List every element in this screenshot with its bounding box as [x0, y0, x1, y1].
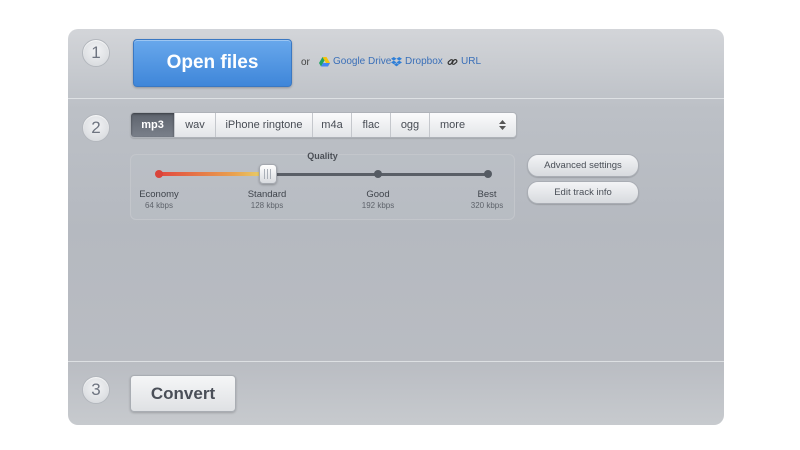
- quality-stop-best[interactable]: [484, 170, 492, 178]
- quality-bitrate-best: 320 kbps: [470, 201, 504, 210]
- grip-icon: [264, 169, 272, 179]
- quality-label-good: Good: [366, 189, 390, 200]
- dropbox-label: Dropbox: [405, 56, 443, 67]
- quality-label-economy: Economy: [139, 189, 179, 200]
- quality-stop-economy[interactable]: [155, 170, 163, 178]
- step-3-badge: 3: [82, 376, 110, 404]
- format-more-label: more: [440, 119, 466, 131]
- url-label: URL: [461, 56, 482, 67]
- quality-bitrate-standard: 128 kbps: [250, 201, 284, 210]
- quality-label-standard: Standard: [247, 189, 287, 200]
- dropbox-link[interactable]: Dropbox: [391, 56, 443, 67]
- google-drive-label: Google Drive: [333, 56, 392, 67]
- section-divider: [68, 361, 724, 362]
- google-drive-link[interactable]: Google Drive: [319, 56, 391, 67]
- format-more-dropdown[interactable]: more: [430, 113, 516, 137]
- dropbox-icon: [391, 56, 402, 66]
- converter-panel: 1 Open files or Google Drive Dropbox URL…: [68, 29, 724, 425]
- quality-slider-handle[interactable]: [259, 164, 277, 184]
- format-wav[interactable]: wav: [175, 113, 216, 137]
- format-m4a[interactable]: m4a: [313, 113, 352, 137]
- quality-bitrate-economy: 64 kbps: [144, 201, 174, 210]
- step-1-badge: 1: [82, 39, 110, 67]
- format-mp3[interactable]: mp3: [131, 113, 175, 137]
- convert-button[interactable]: Convert: [130, 375, 236, 412]
- google-drive-icon: [319, 56, 330, 66]
- edit-track-info-button[interactable]: Edit track info: [527, 181, 639, 204]
- quality-label-best: Best: [477, 189, 497, 200]
- quality-track-fill: [159, 172, 267, 176]
- format-flac[interactable]: flac: [352, 113, 391, 137]
- url-link[interactable]: URL: [447, 56, 481, 67]
- format-selector: mp3 wav iPhone ringtone m4a flac ogg mor…: [130, 112, 517, 138]
- quality-title: Quality: [307, 151, 338, 161]
- link-icon: [447, 58, 458, 65]
- section-divider: [68, 98, 724, 99]
- updown-chevron-icon: [499, 120, 506, 130]
- step-2-badge: 2: [82, 114, 110, 142]
- open-files-button[interactable]: Open files: [133, 39, 292, 87]
- quality-slider-panel: Quality Economy 64 kbps Standard 128 kbp…: [130, 151, 515, 220]
- quality-stop-good[interactable]: [374, 170, 382, 178]
- format-iphone-ringtone[interactable]: iPhone ringtone: [216, 113, 313, 137]
- format-ogg[interactable]: ogg: [391, 113, 430, 137]
- or-label: or: [301, 57, 310, 68]
- quality-bitrate-good: 192 kbps: [361, 201, 395, 210]
- advanced-settings-button[interactable]: Advanced settings: [527, 154, 639, 177]
